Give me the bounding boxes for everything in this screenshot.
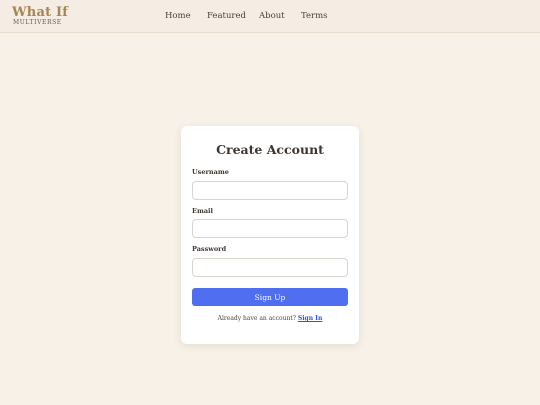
top-navbar: What If MULTIVERSE Home Featured About T…	[0, 0, 540, 33]
signin-prompt: Already have an account? Sign In	[181, 315, 359, 322]
sign-up-button[interactable]: Sign Up	[192, 288, 348, 306]
nav-link-about[interactable]: About	[259, 11, 285, 21]
nav-link-featured[interactable]: Featured	[207, 11, 246, 21]
main-nav: Home Featured About Terms	[0, 11, 540, 23]
email-label: Email	[192, 207, 213, 215]
sign-in-link[interactable]: Sign In	[298, 315, 322, 322]
password-input[interactable]	[192, 258, 348, 277]
username-input[interactable]	[192, 181, 348, 200]
signin-prompt-text: Already have an account?	[217, 315, 296, 322]
nav-link-terms[interactable]: Terms	[301, 11, 328, 21]
username-label: Username	[192, 168, 229, 176]
email-input[interactable]	[192, 219, 348, 238]
signup-card: Create Account Username Email Password S…	[181, 126, 359, 344]
password-label: Password	[192, 245, 227, 253]
page-title: Create Account	[216, 142, 324, 157]
nav-link-home[interactable]: Home	[165, 11, 191, 21]
